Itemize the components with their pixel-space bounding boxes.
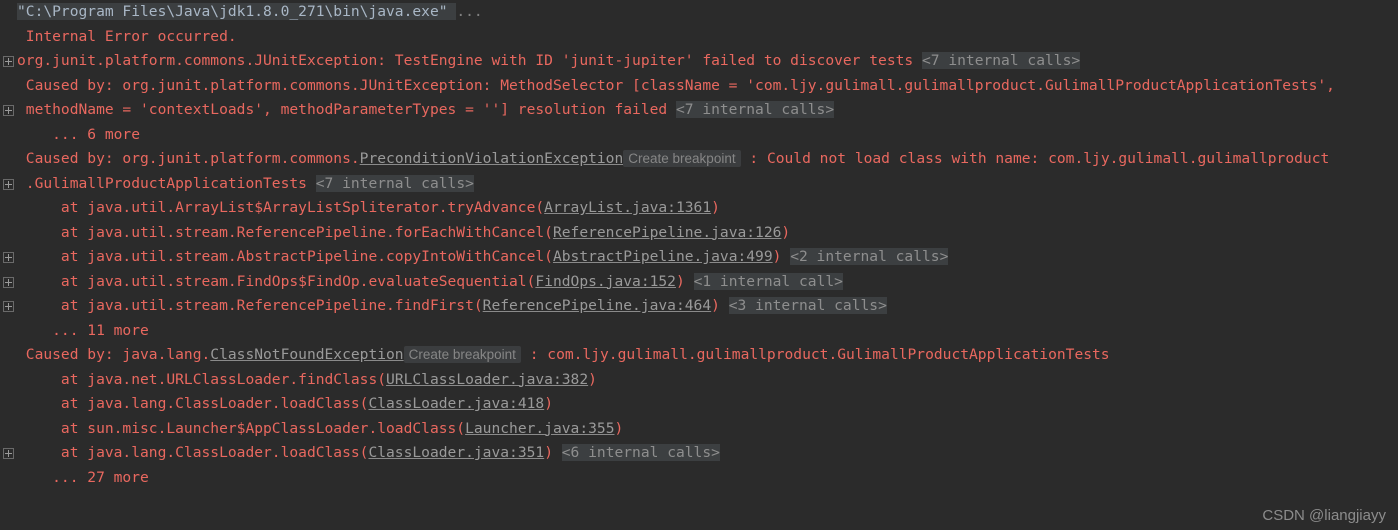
- source-file-link[interactable]: AbstractPipeline.java:499: [553, 248, 773, 265]
- stack-frame-text: ): [588, 370, 597, 388]
- source-file-link[interactable]: FindOps.java:152: [535, 273, 676, 290]
- console-lines: "C:\Program Files\Java\jdk1.8.0_271\bin\…: [0, 0, 1398, 530]
- stack-frame-text: at java.util.stream.ReferencePipeline.fi…: [17, 297, 483, 314]
- stack-frame-text: at java.lang.ClassLoader.loadClass(: [17, 395, 369, 412]
- error-text: ... 27 more: [17, 468, 149, 486]
- console-line: ... 27 more: [0, 466, 1398, 491]
- source-file-link[interactable]: ClassLoader.java:351: [368, 444, 544, 461]
- error-text: Caused by: java.lang.: [17, 346, 211, 363]
- stack-frame-text: ): [711, 199, 720, 216]
- error-text: org.junit.platform.commons.JUnitExceptio…: [17, 52, 922, 69]
- error-text: : com.ljy.gulimall.gulimallproduct.Gulim…: [520, 346, 1110, 363]
- console-line: Caused by: org.junit.platform.commons.JU…: [0, 74, 1398, 99]
- source-file-link[interactable]: ArrayList.java:1361: [544, 199, 711, 216]
- command-ellipsis[interactable]: ...: [456, 3, 482, 20]
- source-file-link[interactable]: ClassLoader.java:418: [368, 395, 544, 412]
- stack-frame-text: ): [675, 272, 694, 290]
- console-line: "C:\Program Files\Java\jdk1.8.0_271\bin\…: [0, 0, 1398, 25]
- error-text: ... 6 more: [17, 125, 141, 143]
- console-line: at java.lang.ClassLoader.loadClass(Class…: [0, 392, 1398, 417]
- internal-calls-badge[interactable]: <7 internal calls>: [921, 52, 1081, 69]
- error-text: .GulimallProductApplicationTests: [17, 174, 316, 192]
- stack-frame-text: at sun.misc.Launcher$AppClassLoader.load…: [17, 419, 466, 437]
- error-text: Caused by: org.junit.platform.commons.: [17, 150, 360, 167]
- stack-frame-text: ): [544, 444, 562, 461]
- error-text: Internal Error occurred.: [17, 27, 237, 45]
- console-line: Caused by: org.junit.platform.commons.Pr…: [0, 147, 1398, 172]
- console-line: at java.net.URLClassLoader.findClass(URL…: [0, 368, 1398, 393]
- error-text: ... 11 more: [17, 321, 149, 339]
- stack-frame-text: at java.net.URLClassLoader.findClass(: [17, 370, 387, 388]
- stack-frame-text: at java.util.ArrayList$ArrayListSplitera…: [17, 199, 545, 216]
- error-text: methodName = 'contextLoads', methodParam…: [17, 101, 676, 118]
- stack-frame-text: at java.util.stream.FindOps$FindOp.evalu…: [17, 272, 536, 290]
- internal-calls-badge[interactable]: <1 internal call>: [693, 272, 843, 290]
- exception-class-link[interactable]: ClassNotFoundException: [210, 346, 403, 363]
- console-line: at sun.misc.Launcher$AppClassLoader.load…: [0, 417, 1398, 442]
- internal-calls-badge[interactable]: <7 internal calls>: [675, 101, 835, 118]
- console-line: .GulimallProductApplicationTests <7 inte…: [0, 172, 1398, 197]
- console-line: at java.lang.ClassLoader.loadClass(Class…: [0, 441, 1398, 466]
- stack-frame-text: at java.util.stream.AbstractPipeline.cop…: [17, 248, 553, 265]
- stack-frame-text: ): [711, 297, 729, 314]
- console-line: at java.util.stream.ReferencePipeline.fi…: [0, 294, 1398, 319]
- java-command-text: "C:\Program Files\Java\jdk1.8.0_271\bin\…: [17, 3, 457, 20]
- exception-class-link[interactable]: PreconditionViolationException: [360, 150, 624, 167]
- create-breakpoint-hint[interactable]: Create breakpoint: [403, 346, 521, 363]
- create-breakpoint-hint[interactable]: Create breakpoint: [623, 150, 741, 167]
- stack-frame-text: ): [781, 223, 791, 241]
- console-line: Internal Error occurred.: [0, 25, 1398, 50]
- source-file-link[interactable]: ReferencePipeline.java:464: [483, 297, 711, 314]
- console-line: Caused by: java.lang.ClassNotFoundExcept…: [0, 343, 1398, 368]
- internal-calls-badge[interactable]: <3 internal calls>: [728, 297, 887, 314]
- console-line: methodName = 'contextLoads', methodParam…: [0, 98, 1398, 123]
- console-line: org.junit.platform.commons.JUnitExceptio…: [0, 49, 1398, 74]
- stack-frame-text: ): [544, 395, 553, 412]
- console-line: at java.util.ArrayList$ArrayListSplitera…: [0, 196, 1398, 221]
- stack-frame-text: at java.util.stream.ReferencePipeline.fo…: [17, 223, 553, 241]
- console-line: at java.util.stream.FindOps$FindOp.evalu…: [0, 270, 1398, 295]
- source-file-link[interactable]: URLClassLoader.java:382: [386, 371, 588, 388]
- console-output-panel[interactable]: "C:\Program Files\Java\jdk1.8.0_271\bin\…: [0, 0, 1398, 530]
- internal-calls-badge[interactable]: <6 internal calls>: [561, 444, 720, 461]
- stack-frame-text: ): [614, 419, 624, 437]
- console-line: at java.util.stream.ReferencePipeline.fo…: [0, 221, 1398, 246]
- csdn-watermark: CSDN @liangjiayy: [1262, 507, 1386, 524]
- console-line: at java.util.stream.AbstractPipeline.cop…: [0, 245, 1398, 270]
- error-text: : Could not load class with name: com.lj…: [740, 150, 1330, 167]
- source-file-link[interactable]: Launcher.java:355: [465, 420, 614, 437]
- stack-frame-text: ): [772, 248, 791, 265]
- console-line: ... 6 more: [0, 123, 1398, 148]
- source-file-link[interactable]: ReferencePipeline.java:126: [553, 224, 781, 241]
- internal-calls-badge[interactable]: <2 internal calls>: [790, 248, 949, 265]
- console-line: ... 11 more: [0, 319, 1398, 344]
- error-text: Caused by: org.junit.platform.commons.JU…: [17, 76, 1335, 94]
- stack-frame-text: at java.lang.ClassLoader.loadClass(: [17, 444, 369, 461]
- internal-calls-badge[interactable]: <7 internal calls>: [315, 174, 474, 192]
